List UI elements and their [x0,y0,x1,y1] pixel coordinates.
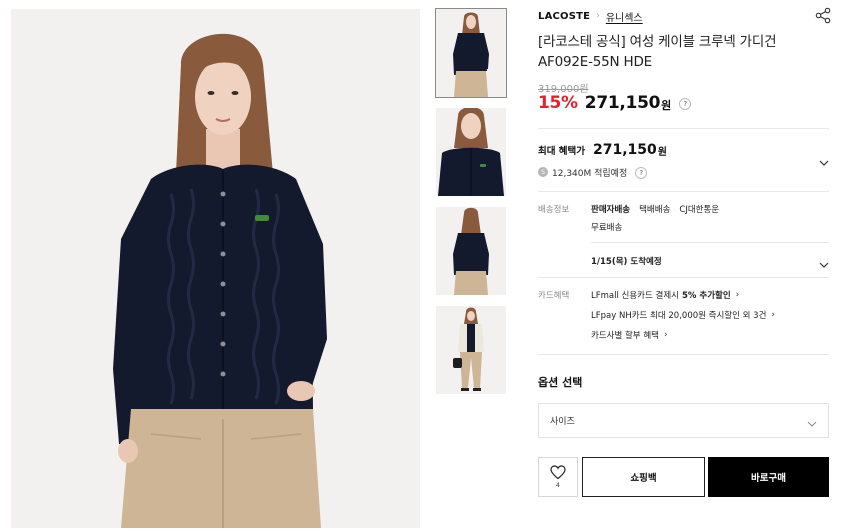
chevron-right-icon: › [771,310,776,320]
size-select-placeholder: 사이즈 [550,417,575,427]
arrival-estimate: 1/15(목) 도착예정 [591,257,662,267]
chevron-right-icon: › [735,290,740,300]
buy-now-button[interactable]: 바로구매 [708,457,829,497]
heart-icon [550,465,566,480]
share-icon[interactable] [815,7,831,24]
card-benefit-2-text: LFpay NH카드 최대 20,000원 즉시할인 외 3건 [591,311,767,321]
shipping-option: 택배배송 [639,205,671,215]
points-help-icon[interactable]: ? [635,167,648,179]
shipping-label: 배송정보 [538,205,570,215]
shopping-bag-button[interactable]: 쇼핑백 [582,457,705,497]
option-section-title: 옵션 선택 [538,376,583,389]
card-benefit-1-text: LFmall 신용카드 결제시 [591,291,679,301]
shipping-options: 판매자배송 택배배송 CJ대한통운 [591,203,719,215]
chevron-down-icon[interactable] [818,154,830,166]
card-benefit-1[interactable]: LFmall 신용카드 결제시 5% 추가할인 › [591,289,739,301]
points-text: 12,340M 적립예정 [552,168,628,179]
breadcrumb: LACOSTE › 유니섹스 [538,9,643,24]
divider [538,354,829,355]
thumbnail-image [436,108,506,196]
category-link[interactable]: 유니섹스 [606,9,643,24]
price-row: 15% 271,150 원 ? [538,92,692,114]
shipping-option: CJ대한통운 [679,205,720,215]
max-benefit-row[interactable]: 최대 혜택가 271,150 원 [538,141,667,159]
thumbnail-3[interactable] [436,207,506,295]
model-illustration [11,9,420,528]
points-row: S 12,340M 적립예정 ? [538,165,648,179]
wishlist-button[interactable]: 4 [538,457,578,497]
card-benefit-2[interactable]: LFpay NH카드 최대 20,000원 즉시할인 외 3건 › [591,309,775,321]
wishlist-count: 4 [555,481,561,489]
price-help-icon[interactable]: ? [679,98,692,110]
arrival-row[interactable]: 1/15(목) 도착예정 [591,255,662,267]
main-product-image[interactable] [11,9,420,528]
divider [591,242,829,243]
thumbnail-4[interactable] [436,306,506,394]
card-benefit-1-highlight: 5% 추가할인 [681,291,731,301]
brand-link[interactable]: LACOSTE [538,11,590,22]
chevron-right-icon: › [663,330,668,340]
thumbnail-image [436,9,506,97]
size-select[interactable]: 사이즈 [538,403,829,438]
divider [538,277,829,278]
divider [538,128,829,129]
shipping-fee: 무료배송 [591,221,622,233]
card-benefit-label: 카드혜택 [538,291,570,301]
chevron-down-icon[interactable] [818,256,830,268]
breadcrumb-separator-icon: › [596,11,600,21]
points-coin-icon: S [538,167,548,177]
thumbnail-image [436,306,506,394]
max-benefit-price: 271,150 [593,142,657,158]
sale-price: 271,150 [584,93,661,113]
discount-rate: 15% [538,93,578,113]
product-title: [라코스테 공식] 여성 케이블 크루넥 가디건 AF092E-55N HDE [538,34,777,70]
currency-unit: 원 [661,98,672,112]
chevron-down-icon[interactable] [806,415,818,427]
thumbnail-1[interactable] [435,8,507,98]
max-benefit-label: 최대 혜택가 [538,146,586,157]
divider [538,191,829,192]
max-benefit-currency: 원 [657,146,667,158]
thumbnail-2[interactable] [436,108,506,196]
thumbnail-image [436,207,506,295]
shipping-option: 판매자배송 [591,205,631,215]
card-benefit-3[interactable]: 카드사별 할부 혜택 › [591,329,668,341]
shipping-fee-text: 무료배송 [591,223,623,233]
card-benefit-3-text: 카드사별 할부 혜택 [591,331,659,341]
